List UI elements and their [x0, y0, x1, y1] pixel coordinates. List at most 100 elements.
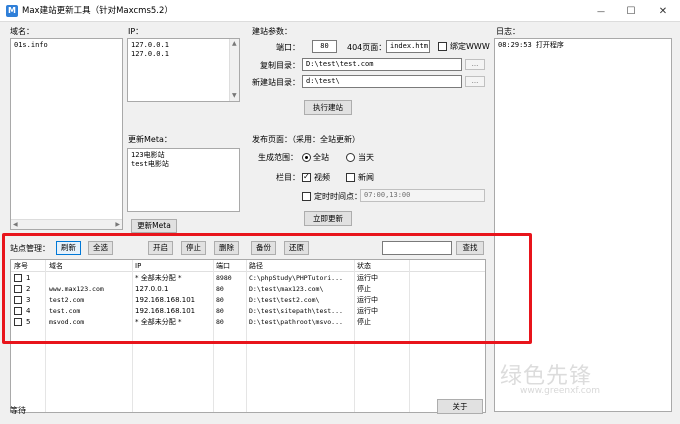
- bind-www-label: 绑定WWW: [450, 42, 490, 51]
- copy-dir-input[interactable]: D:\test\test.com: [302, 58, 462, 71]
- scope-all-radio[interactable]: [302, 153, 311, 162]
- table-row[interactable]: 4 test.com 192.168.168.101 80 D:\test\sitepa…: [11, 306, 485, 317]
- row-no: 2: [26, 285, 31, 293]
- scroll-right-icon[interactable]: ▶: [115, 221, 120, 229]
- schedule-input[interactable]: 07:00,13:00: [360, 189, 485, 202]
- table-row[interactable]: 1 * 全部未分配 * 8980 C:\phpStudy\PHPTutori... 运行…: [11, 273, 485, 284]
- row-ip: 127.0.0.1: [135, 285, 169, 293]
- row-port: 80: [216, 318, 224, 326]
- meta-content: 123电影站 test电影站: [131, 151, 169, 168]
- scroll-left-icon[interactable]: ◀: [13, 221, 18, 229]
- row-checkbox[interactable]: [14, 285, 22, 293]
- table-row[interactable]: 5 msvod.com * 全部未分配 * 80 D:\test\pathroot\ms…: [11, 317, 485, 328]
- page404-label: 404页面：: [347, 43, 387, 52]
- row-path: D:\test\max123.com\: [249, 285, 324, 293]
- col-header-domain[interactable]: 域名: [49, 261, 63, 271]
- row-status: 停止: [357, 285, 371, 293]
- scope-all-label: 全站: [313, 153, 329, 162]
- watermark-url: www.greenxf.com: [520, 386, 601, 396]
- status-text: 等待: [10, 406, 26, 415]
- domain-list-content: 01s.info: [14, 41, 48, 49]
- minimize-button[interactable]: —: [586, 0, 616, 22]
- col-header-status[interactable]: 状态: [357, 261, 371, 271]
- log-entries: 08:29:53 打开程序: [495, 39, 671, 50]
- copy-dir-browse-button[interactable]: ...: [465, 59, 485, 70]
- update-meta-button[interactable]: 更新Meta: [131, 219, 177, 233]
- row-domain: www.max123.com: [49, 285, 104, 293]
- title-bar: M Max建站更新工具（针对Maxcms5.2） — ☐ ✕: [0, 0, 680, 22]
- search-button[interactable]: 查找: [456, 241, 484, 255]
- meta-textarea[interactable]: 123电影站 test电影站: [127, 148, 240, 212]
- update-now-button[interactable]: 立即更新: [304, 211, 352, 226]
- app-icon: M: [6, 5, 18, 17]
- stop-button[interactable]: 停止: [181, 241, 206, 255]
- log-label: 日志：: [496, 27, 520, 36]
- news-label: 新闻: [358, 173, 374, 182]
- search-input[interactable]: [382, 241, 452, 255]
- row-port: 80: [216, 307, 224, 315]
- news-checkbox[interactable]: [346, 173, 355, 182]
- scroll-down-icon[interactable]: ▼: [232, 92, 237, 100]
- publish-label: 发布页面：（采用：全站更新）: [252, 135, 360, 144]
- col-header-ip[interactable]: IP: [135, 261, 141, 271]
- scope-today-radio[interactable]: [346, 153, 355, 162]
- backup-button[interactable]: 备份: [251, 241, 276, 255]
- bind-www-checkbox[interactable]: [438, 42, 447, 51]
- ip-list[interactable]: 127.0.0.1 127.0.0.1 ▲ ▼: [127, 38, 240, 102]
- row-path: D:\test\test2.com\: [249, 296, 320, 304]
- domain-hscroll[interactable]: ◀ ▶: [11, 219, 122, 229]
- video-label: 视频: [314, 173, 330, 182]
- row-ip: 192.168.168.101: [135, 296, 196, 304]
- col-header-path[interactable]: 路径: [249, 261, 263, 271]
- select-all-button[interactable]: 全选: [88, 241, 113, 255]
- row-ip: * 全部未分配 *: [135, 318, 182, 326]
- new-dir-input[interactable]: d:\test\: [302, 75, 462, 88]
- row-checkbox[interactable]: [14, 318, 22, 326]
- row-status: 运行中: [357, 307, 378, 315]
- execute-build-button[interactable]: 执行建站: [304, 100, 352, 115]
- refresh-button[interactable]: 刷新: [56, 241, 81, 255]
- row-path: D:\test\sitepath\test...: [249, 307, 343, 315]
- log-panel[interactable]: 08:29:53 打开程序: [494, 38, 672, 412]
- row-status: 运行中: [357, 296, 378, 304]
- table-row[interactable]: 2 www.max123.com 127.0.0.1 80 D:\test\max123…: [11, 284, 485, 295]
- meta-label: 更新Meta：: [128, 135, 172, 144]
- row-status: 运行中: [357, 274, 378, 282]
- new-dir-label: 新建站目录：: [252, 78, 300, 87]
- table-row[interactable]: 3 test2.com 192.168.168.101 80 D:\test\test2…: [11, 295, 485, 306]
- ip-label: IP：: [128, 27, 144, 36]
- row-no: 5: [26, 318, 31, 326]
- col-header-port[interactable]: 端口: [216, 261, 230, 271]
- ip-vscroll[interactable]: ▲ ▼: [229, 39, 239, 101]
- row-checkbox[interactable]: [14, 307, 22, 315]
- schedule-label: 定时时间点：: [314, 192, 362, 201]
- row-ip: 192.168.168.101: [135, 307, 196, 315]
- row-port: 8980: [216, 274, 232, 282]
- table-header: 序号 域名 IP 端口 路径 状态: [11, 260, 485, 272]
- row-path: C:\phpStudy\PHPTutori...: [249, 274, 343, 282]
- page404-input[interactable]: index.htm: [386, 40, 430, 53]
- new-dir-browse-button[interactable]: ...: [465, 76, 485, 87]
- close-button[interactable]: ✕: [648, 0, 678, 22]
- row-status: 停止: [357, 318, 371, 326]
- schedule-checkbox[interactable]: [302, 192, 311, 201]
- delete-button[interactable]: 删除: [214, 241, 239, 255]
- row-checkbox[interactable]: [14, 296, 22, 304]
- domain-list[interactable]: 01s.info ◀ ▶: [10, 38, 123, 230]
- row-no: 1: [26, 274, 31, 282]
- scope-label: 生成范围：: [258, 153, 298, 162]
- site-manager-label: 站点管理：: [10, 244, 50, 253]
- video-checkbox[interactable]: [302, 172, 311, 182]
- start-button[interactable]: 开启: [148, 241, 173, 255]
- port-input[interactable]: 80: [312, 40, 337, 53]
- col-header-no[interactable]: 序号: [14, 261, 28, 271]
- row-ip: * 全部未分配 *: [135, 274, 182, 282]
- about-button[interactable]: 关于: [437, 399, 483, 414]
- row-checkbox[interactable]: [14, 274, 22, 282]
- restore-button[interactable]: 还原: [284, 241, 309, 255]
- window-title: Max建站更新工具（针对Maxcms5.2）: [22, 6, 173, 16]
- maximize-button[interactable]: ☐: [616, 0, 646, 22]
- scroll-up-icon[interactable]: ▲: [232, 40, 237, 48]
- port-label: 端口：: [276, 43, 300, 52]
- site-table[interactable]: 序号 域名 IP 端口 路径 状态 1 * 全部未分配 * 8980 C:\phpSt…: [10, 259, 486, 413]
